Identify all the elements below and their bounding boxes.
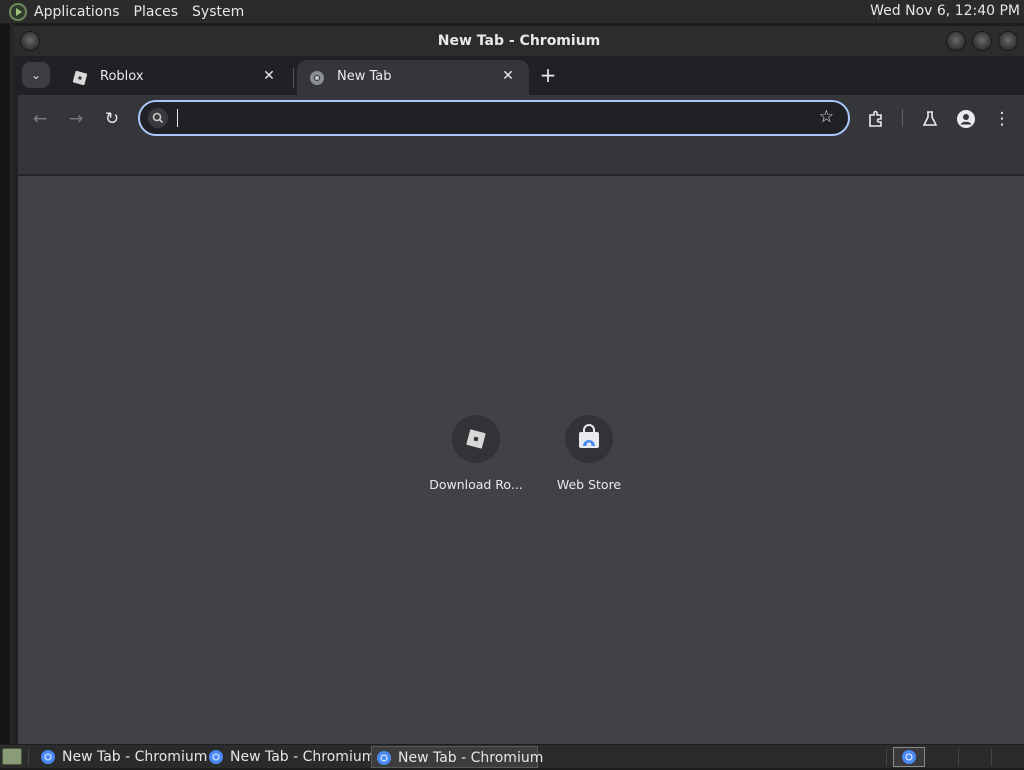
chevron-down-icon: ⌄: [30, 68, 42, 82]
taskbar-window-label: New Tab - Chromium: [398, 750, 544, 766]
shortcut-label: Web Store: [556, 477, 622, 492]
close-tab-icon[interactable]: ✕: [260, 67, 278, 85]
tab-strip: ⌄ Roblox ✕ New Tab ✕ +: [14, 56, 1024, 95]
panel-clock[interactable]: Wed Nov 6, 12:40 PM: [870, 3, 1020, 19]
browser-window: New Tab - Chromium ⌄ Roblox ✕ New Tab ✕: [14, 26, 1024, 744]
window-menu-button[interactable]: [20, 31, 40, 51]
bookmark-star-icon[interactable]: ☆: [819, 107, 834, 127]
close-window-button[interactable]: [998, 31, 1018, 51]
chromium-icon: [209, 750, 223, 764]
tab-title: New Tab: [337, 69, 392, 84]
shortcut-icon-container: [452, 415, 500, 463]
system-menu[interactable]: System: [192, 4, 244, 20]
applications-menu[interactable]: Applications: [34, 4, 120, 20]
browser-toolbar: ← → ↻ ☆ ⋮: [18, 95, 1024, 141]
shortcut-download-roblox[interactable]: Download Ro...: [420, 415, 532, 505]
back-arrow-icon[interactable]: ←: [28, 107, 52, 131]
workspace-switcher[interactable]: [893, 747, 925, 767]
new-tab-button[interactable]: +: [536, 64, 560, 88]
taskbar-separator: [991, 748, 992, 766]
search-icon: [148, 108, 168, 128]
tab-title: Roblox: [100, 69, 144, 84]
roblox-icon: [466, 429, 486, 449]
chromium-icon: [377, 751, 391, 765]
labs-flask-icon[interactable]: [918, 107, 942, 131]
text-cursor: [177, 109, 178, 127]
taskbar-separator: [28, 748, 29, 766]
chromium-icon: [41, 750, 55, 764]
tab-separator: [293, 68, 294, 88]
web-store-icon: [579, 424, 599, 448]
chromium-icon: [902, 750, 916, 764]
taskbar-window-button-active[interactable]: New Tab - Chromium: [371, 746, 543, 768]
maximize-button[interactable]: [972, 31, 992, 51]
more-menu-icon[interactable]: ⋮: [990, 107, 1014, 131]
window-titlebar[interactable]: New Tab - Chromium: [14, 26, 1024, 56]
taskbar-window-button[interactable]: New Tab - Chromium: [204, 746, 375, 768]
tab-search-button[interactable]: ⌄: [22, 62, 50, 88]
address-bar[interactable]: ☆: [138, 100, 850, 136]
extensions-icon[interactable]: [864, 107, 888, 131]
taskbar-separator: [958, 748, 959, 766]
forward-arrow-icon[interactable]: →: [64, 107, 88, 131]
shortcut-web-store[interactable]: Web Store: [533, 415, 645, 505]
reload-icon[interactable]: ↻: [100, 107, 124, 131]
distro-logo-icon[interactable]: [9, 2, 27, 21]
tab-new-tab[interactable]: New Tab ✕: [297, 60, 529, 95]
minimize-button[interactable]: [946, 31, 966, 51]
chromium-icon: [310, 71, 324, 85]
roblox-icon: [72, 70, 88, 86]
taskbar-window-label: New Tab - Chromium: [230, 749, 376, 765]
profile-icon[interactable]: [954, 107, 978, 131]
taskbar-window-button[interactable]: New Tab - Chromium: [36, 746, 207, 768]
places-menu[interactable]: Places: [134, 4, 179, 20]
taskbar-separator: [886, 748, 887, 766]
taskbar-window-label: New Tab - Chromium: [62, 749, 208, 765]
close-tab-icon[interactable]: ✕: [499, 67, 517, 85]
bottom-taskbar: New Tab - Chromium New Tab - Chromium Ne…: [0, 744, 1024, 768]
top-panel: Applications Places System Wed Nov 6, 12…: [0, 0, 1024, 24]
bookmarks-bar: [18, 141, 1024, 175]
new-tab-page: Download Ro... Web Store: [18, 176, 1024, 744]
window-title: New Tab - Chromium: [437, 33, 601, 49]
shortcut-label: Download Ro...: [429, 477, 523, 492]
tab-roblox[interactable]: Roblox ✕: [60, 60, 290, 95]
plus-icon: +: [539, 63, 557, 87]
omnibox-input[interactable]: [172, 108, 812, 128]
toolbar-divider: [902, 109, 903, 127]
shortcut-icon-container: [565, 415, 613, 463]
show-desktop-icon[interactable]: [2, 748, 22, 765]
